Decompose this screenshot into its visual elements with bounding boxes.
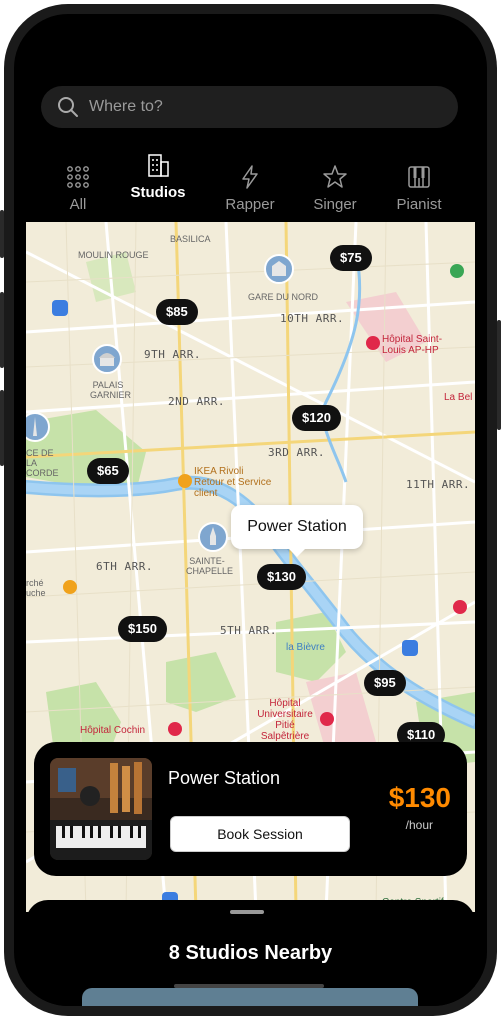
- list-item-peek[interactable]: [82, 988, 418, 1006]
- district-label: 10TH ARR.: [280, 312, 345, 325]
- hospital-icon: [453, 600, 467, 614]
- price-pin[interactable]: $75: [330, 245, 372, 271]
- hospital-icon: [168, 722, 182, 736]
- piano-icon: [408, 166, 430, 188]
- price-pin[interactable]: $65: [87, 458, 129, 484]
- category-label: Studios: [130, 184, 186, 201]
- grid-icon: [67, 166, 89, 188]
- poi-label-la-bel: La Bel: [444, 392, 473, 403]
- hospital-icon: [320, 712, 334, 726]
- search-icon: [58, 97, 78, 117]
- category-label: All: [69, 196, 87, 213]
- book-session-button[interactable]: Book Session: [170, 816, 350, 852]
- category-all[interactable]: All: [43, 164, 113, 213]
- search-input[interactable]: Where to?: [89, 98, 163, 116]
- side-button: [0, 390, 4, 466]
- landmark-icon: [26, 412, 50, 444]
- category-rapper[interactable]: Rapper: [215, 164, 285, 213]
- studio-name: Power Station: [168, 768, 281, 788]
- bottom-sheet[interactable]: 8 Studios Nearby: [26, 900, 475, 1006]
- side-button: [497, 320, 501, 430]
- landmark-icon: [264, 254, 294, 286]
- district-label: 5TH ARR.: [220, 624, 277, 637]
- place-label: BASILICA: [170, 234, 211, 244]
- home-indicator[interactable]: [174, 984, 324, 988]
- studio-price: $130: [388, 782, 451, 813]
- landmark-icon: [198, 522, 228, 554]
- category-label: Singer: [313, 196, 357, 213]
- hospital-icon: [366, 336, 380, 350]
- sheet-title: 8 Studios Nearby: [168, 942, 333, 964]
- metro-icon: [52, 300, 68, 316]
- price-pin-selected[interactable]: $130: [257, 564, 306, 590]
- metro-icon: [402, 640, 418, 656]
- landmark-icon: [92, 344, 122, 376]
- studio-card[interactable]: Power Station Book Session $130 /hour: [34, 742, 467, 876]
- price-pin[interactable]: $150: [118, 616, 167, 642]
- category-label: Rapper: [225, 196, 275, 213]
- park-icon: [450, 264, 464, 278]
- studio-thumbnail: [50, 758, 152, 860]
- district-label: 3RD ARR.: [268, 446, 325, 459]
- sheet-grabber[interactable]: [230, 910, 264, 914]
- search-bar[interactable]: Where to?: [41, 86, 458, 128]
- poi-label-la-bievre: la Bièvre: [286, 642, 325, 653]
- side-button: [0, 210, 4, 258]
- poi-label-hopital-saint-louis: Hôpital Saint-Louis AP-HP: [382, 334, 443, 356]
- poi-label-ikea: IKEA Rivoli Retour et Service client: [194, 466, 272, 499]
- place-label: PALAIS GARNIER: [90, 380, 132, 400]
- price-unit: /hour: [405, 818, 433, 832]
- category-pianist[interactable]: Pianist: [384, 164, 454, 213]
- district-label: 9TH ARR.: [144, 348, 201, 361]
- building-icon: [148, 154, 169, 177]
- lightning-icon: [242, 165, 258, 189]
- shop-icon: [178, 474, 192, 488]
- category-singer[interactable]: Singer: [300, 164, 370, 213]
- place-label: GARE DU NORD: [248, 292, 319, 302]
- shop-icon: [63, 580, 77, 594]
- poi-label-hopital-cochin: Hôpital Cochin: [80, 725, 146, 736]
- place-label: rché uche: [26, 578, 46, 598]
- district-label: 11TH ARR.: [406, 478, 471, 491]
- side-button: [0, 292, 4, 368]
- star-icon: [323, 165, 347, 188]
- price-pin[interactable]: $95: [364, 670, 406, 696]
- screen: Where to? All Studios Rapper Singer Pian…: [14, 14, 487, 1006]
- price-pin[interactable]: $85: [156, 299, 198, 325]
- poi-label-pitie: Hôpital Universitaire Pitié Salpêtrière: [257, 698, 313, 742]
- category-studios[interactable]: Studios: [123, 152, 193, 201]
- place-label: CE DE LA CORDE: [26, 448, 59, 478]
- price-pin[interactable]: $120: [292, 405, 341, 431]
- district-label: 2ND ARR.: [168, 395, 225, 408]
- map-callout[interactable]: Power Station: [231, 505, 363, 557]
- place-label: MOULIN ROUGE: [78, 250, 149, 260]
- place-label: SAINTE-CHAPELLE: [186, 556, 234, 576]
- category-label: Pianist: [396, 196, 442, 213]
- district-label: 6TH ARR.: [96, 560, 153, 573]
